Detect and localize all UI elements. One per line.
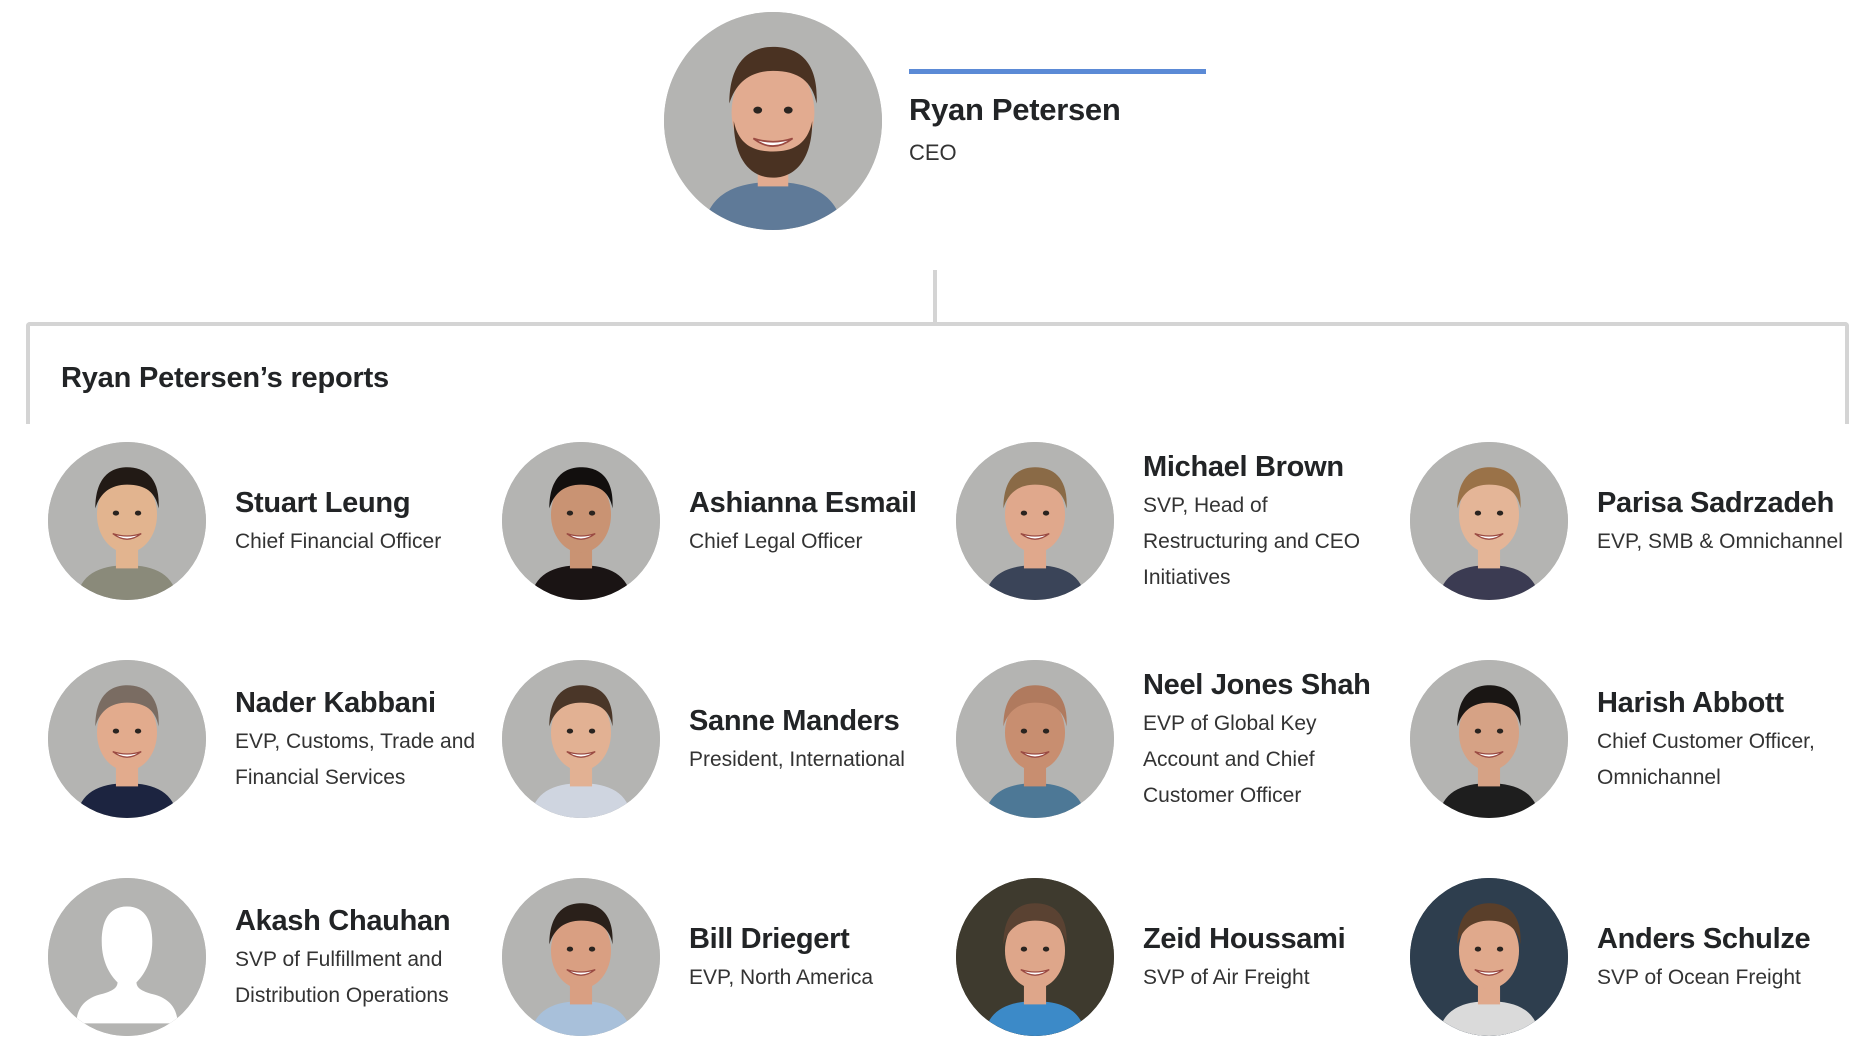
report-info: Sanne Manders President, International (689, 660, 939, 818)
report-avatar[interactable] (48, 442, 206, 600)
ceo-name[interactable]: Ryan Petersen (909, 92, 1121, 128)
report-info: Parisa Sadrzadeh EVP, SMB & Omnichannel (1597, 442, 1847, 600)
report-title: SVP of Ocean Freight (1597, 966, 1801, 989)
report-card[interactable]: Anders Schulze SVP of Ocean Freight (1410, 878, 1850, 1058)
person-photo-icon (1410, 878, 1568, 1036)
report-card[interactable]: Parisa Sadrzadeh EVP, SMB & Omnichannel (1410, 442, 1850, 622)
person-silhouette-icon (48, 878, 206, 1036)
report-name[interactable]: Zeid Houssami (1143, 918, 1393, 960)
report-card[interactable]: Nader Kabbani EVP, Customs, Trade and Fin… (48, 660, 488, 840)
report-name[interactable]: Anders Schulze (1597, 918, 1847, 960)
report-name[interactable]: Stuart Leung (235, 482, 485, 524)
person-photo-icon (956, 442, 1114, 600)
report-name[interactable]: Harish Abbott (1597, 682, 1847, 724)
report-title: EVP, Customs, Trade and Financial Servic… (235, 730, 476, 789)
report-name[interactable]: Nader Kabbani (235, 682, 485, 724)
report-name[interactable]: Ashianna Esmail (689, 482, 939, 524)
report-info: Harish Abbott Chief Customer Officer, Omn… (1597, 660, 1847, 818)
report-title: SVP of Fulfillment and Distribution Oper… (235, 948, 449, 1007)
person-photo-icon (502, 660, 660, 818)
report-avatar[interactable] (1410, 660, 1568, 818)
person-photo-icon (48, 442, 206, 600)
ceo-avatar[interactable] (664, 12, 882, 230)
report-title: Chief Customer Officer, Omnichannel (1597, 730, 1815, 789)
report-info: Bill Driegert EVP, North America (689, 878, 939, 1036)
default-avatar-icon[interactable] (48, 878, 206, 1036)
report-info: Ashianna Esmail Chief Legal Officer (689, 442, 939, 600)
report-avatar[interactable] (48, 660, 206, 818)
report-title: President, International (689, 748, 905, 771)
report-avatar[interactable] (502, 878, 660, 1036)
report-card[interactable]: Michael Brown SVP, Head of Restructuring … (956, 442, 1396, 622)
report-title: SVP of Air Freight (1143, 966, 1310, 989)
report-title: SVP, Head of Restructuring and CEO Initi… (1143, 494, 1361, 589)
report-avatar[interactable] (1410, 442, 1568, 600)
reports-section-title: Ryan Petersen’s reports (61, 362, 389, 394)
person-photo-icon (1410, 442, 1568, 600)
person-photo-icon (1410, 660, 1568, 818)
report-card[interactable]: Harish Abbott Chief Customer Officer, Omn… (1410, 660, 1850, 840)
report-avatar[interactable] (956, 660, 1114, 818)
report-card[interactable]: Neel Jones Shah EVP of Global Key Account… (956, 660, 1396, 840)
ceo-title: CEO (909, 140, 957, 165)
report-name[interactable]: Neel Jones Shah (1143, 664, 1393, 706)
report-avatar[interactable] (956, 442, 1114, 600)
report-title: Chief Financial Officer (235, 530, 442, 553)
report-card[interactable]: Bill Driegert EVP, North America (502, 878, 942, 1058)
report-title: EVP of Global Key Account and Chief Cust… (1143, 712, 1317, 807)
report-title: EVP, SMB & Omnichannel (1597, 530, 1843, 553)
report-info: Nader Kabbani EVP, Customs, Trade and Fin… (235, 660, 485, 818)
report-info: Neel Jones Shah EVP of Global Key Account… (1143, 660, 1393, 818)
report-info: Zeid Houssami SVP of Air Freight (1143, 878, 1393, 1036)
org-connector-line (933, 270, 937, 324)
report-card[interactable]: Stuart Leung Chief Financial Officer (48, 442, 488, 622)
person-photo-icon (956, 660, 1114, 818)
report-name[interactable]: Akash Chauhan (235, 900, 485, 942)
report-name[interactable]: Sanne Manders (689, 700, 939, 742)
report-info: Anders Schulze SVP of Ocean Freight (1597, 878, 1847, 1036)
report-info: Akash Chauhan SVP of Fulfillment and Dist… (235, 878, 485, 1036)
report-card[interactable]: Sanne Manders President, International (502, 660, 942, 840)
person-photo-icon (664, 12, 882, 230)
report-name[interactable]: Bill Driegert (689, 918, 939, 960)
report-info: Stuart Leung Chief Financial Officer (235, 442, 485, 600)
report-card[interactable]: Zeid Houssami SVP of Air Freight (956, 878, 1396, 1058)
report-avatar[interactable] (502, 442, 660, 600)
report-avatar[interactable] (956, 878, 1114, 1036)
person-photo-icon (502, 878, 660, 1036)
report-avatar[interactable] (502, 660, 660, 818)
report-title: EVP, North America (689, 966, 874, 989)
report-info: Michael Brown SVP, Head of Restructuring … (1143, 442, 1393, 600)
person-photo-icon (502, 442, 660, 600)
report-card[interactable]: Ashianna Esmail Chief Legal Officer (502, 442, 942, 622)
report-title: Chief Legal Officer (689, 530, 863, 553)
person-photo-icon (956, 878, 1114, 1036)
report-avatar[interactable] (1410, 878, 1568, 1036)
report-name[interactable]: Michael Brown (1143, 446, 1393, 488)
ceo-accent-bar (909, 69, 1206, 74)
report-card[interactable]: Akash Chauhan SVP of Fulfillment and Dist… (48, 878, 488, 1058)
report-name[interactable]: Parisa Sadrzadeh (1597, 482, 1847, 524)
person-photo-icon (48, 660, 206, 818)
